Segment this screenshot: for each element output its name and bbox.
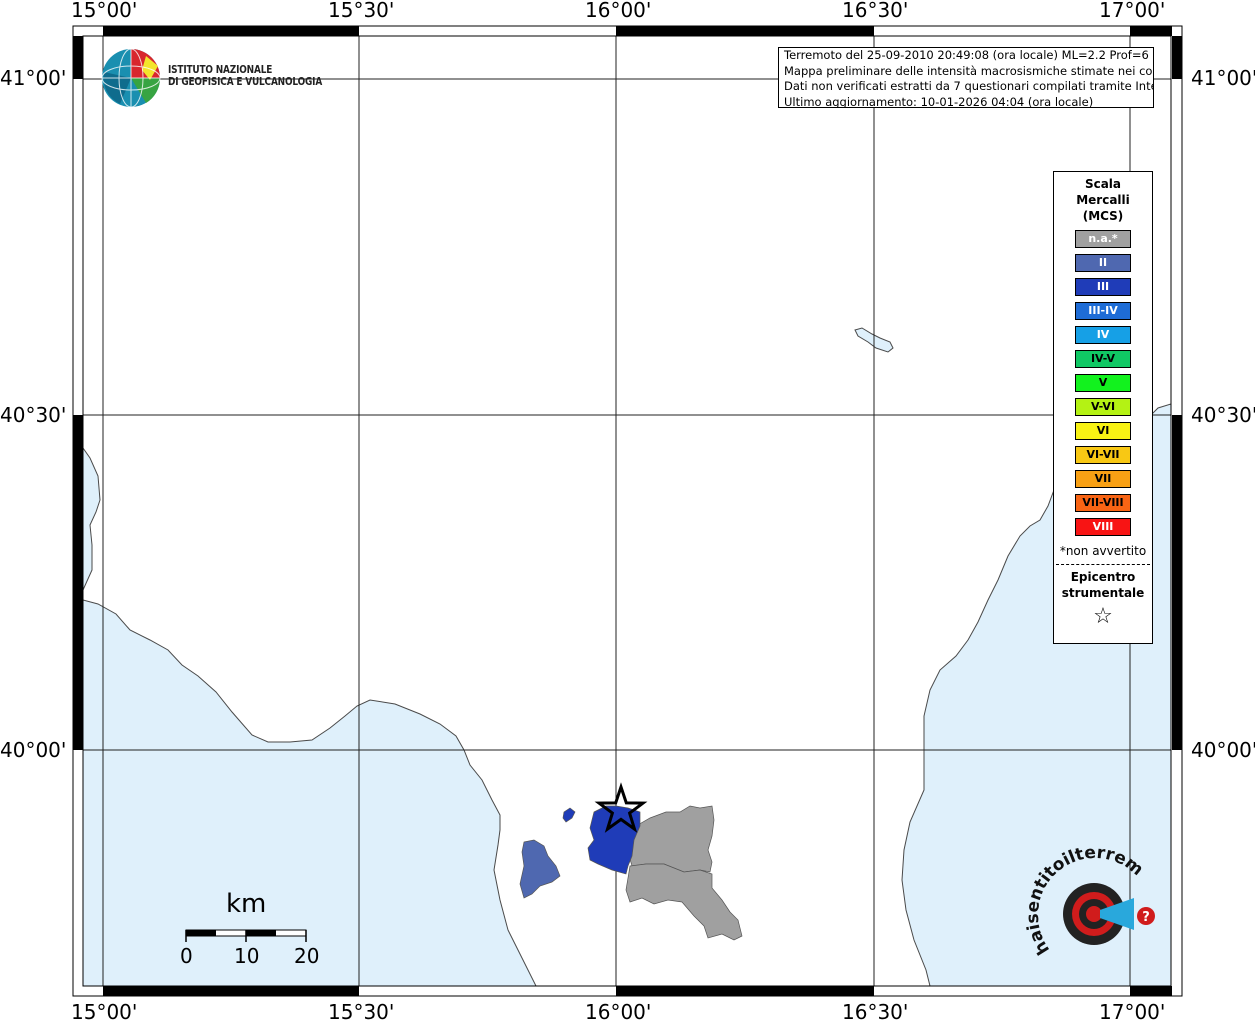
legend-item-10: VII bbox=[1075, 470, 1131, 488]
legend-epicenter-label: Epicentro strumentale bbox=[1054, 569, 1152, 601]
info-line-3: Dati non verificati estratti da 7 questi… bbox=[784, 79, 1154, 93]
legend-item-3: III-IV bbox=[1075, 302, 1131, 320]
lat-label-left-40-30: 40°30' bbox=[0, 403, 67, 427]
scale-bar-tick-20: 20 bbox=[294, 944, 320, 968]
info-line-1: Terremoto del 25-09-2010 20:49:08 (ora l… bbox=[784, 48, 1154, 62]
scale-bar-tick-10: 10 bbox=[234, 944, 260, 968]
lon-label-bottom-17-00: 17°00' bbox=[1099, 1000, 1166, 1024]
lon-label-top-17-00: 17°00' bbox=[1099, 0, 1166, 22]
star-icon: ☆ bbox=[1093, 604, 1113, 629]
lat-label-right-41-00: 41°00' bbox=[1191, 66, 1255, 90]
legend-items: n.a.* II III III-IV IV IV-V V V-VI VI VI-VII VII VI… bbox=[1054, 230, 1152, 536]
legend-title-line2: Mercalli bbox=[1076, 193, 1130, 207]
legend-item-9: VI-VII bbox=[1075, 446, 1131, 464]
ingv-logo-text: ISTITUTO NAZIONALE DI GEOFISICA E VULCAN… bbox=[168, 64, 322, 88]
legend-epicenter-line1: Epicentro bbox=[1070, 570, 1136, 584]
lat-label-right-40-30: 40°30' bbox=[1191, 403, 1255, 427]
legend-item-1: II bbox=[1075, 254, 1131, 272]
legend-item-0: n.a.* bbox=[1075, 230, 1131, 248]
legend-note: *non avvertito bbox=[1059, 544, 1147, 558]
legend-item-4: IV bbox=[1075, 326, 1131, 344]
lat-label-right-40-00: 40°00' bbox=[1191, 738, 1255, 762]
scale-bar-unit: km bbox=[226, 889, 267, 919]
municipality-II bbox=[519, 839, 561, 899]
lon-label-bottom-15-30: 15°30' bbox=[328, 1000, 395, 1024]
info-line-2: Mappa preliminare delle intensità macros… bbox=[784, 63, 1154, 78]
lon-label-top-16-00: 16°00' bbox=[585, 0, 652, 22]
legend-title-line3: (MCS) bbox=[1082, 209, 1124, 223]
lon-label-bottom-16-00: 16°00' bbox=[585, 1000, 652, 1024]
scale-bar-tick-0: 0 bbox=[180, 944, 193, 968]
legend-item-7: V-VI bbox=[1075, 398, 1131, 416]
legend-item-5: IV-V bbox=[1075, 350, 1131, 368]
info-line-4: Ultimo aggiornamento: 10-01-2026 04:04 (… bbox=[784, 94, 1094, 108]
legend-separator bbox=[1056, 564, 1150, 565]
svg-text:?: ? bbox=[1142, 910, 1150, 925]
municipality-III-small bbox=[562, 807, 576, 823]
legend-title-line1: Scala bbox=[1084, 177, 1122, 191]
lon-label-top-15-00: 15°00' bbox=[71, 0, 138, 22]
legend-title: Scala Mercalli (MCS) bbox=[1054, 176, 1152, 224]
legend-item-12: VIII bbox=[1075, 518, 1131, 536]
lon-label-bottom-16-30: 16°30' bbox=[842, 1000, 909, 1024]
municipality-na-1 bbox=[627, 805, 715, 873]
earthquake-info-box: Terremoto del 25-09-2010 20:49:08 (ora l… bbox=[778, 47, 1154, 108]
lat-label-left-41-00: 41°00' bbox=[0, 66, 67, 90]
legend-item-6: V bbox=[1075, 374, 1131, 392]
ingv-logo-line1: ISTITUTO NAZIONALE bbox=[168, 64, 273, 76]
lon-label-bottom-15-00: 15°00' bbox=[71, 1000, 138, 1024]
legend-item-8: VI bbox=[1075, 422, 1131, 440]
lat-label-left-40-00: 40°00' bbox=[0, 738, 67, 762]
intensity-legend: Scala Mercalli (MCS) n.a.* II III III-IV IV I… bbox=[1053, 171, 1153, 644]
municipality-na-2 bbox=[625, 863, 743, 941]
legend-epicenter-line2: strumentale bbox=[1061, 586, 1145, 600]
legend-item-11: VII-VIII bbox=[1075, 494, 1131, 512]
tyrrhenian-sea bbox=[83, 447, 537, 986]
ingv-logo-icon bbox=[101, 48, 161, 108]
ingv-logo-line2: DI GEOFISICA E VULCANOLOGIA bbox=[168, 76, 323, 88]
lon-label-top-16-30: 16°30' bbox=[842, 0, 909, 22]
legend-item-2: III bbox=[1075, 278, 1131, 296]
lon-label-top-15-30: 15°30' bbox=[328, 0, 395, 22]
